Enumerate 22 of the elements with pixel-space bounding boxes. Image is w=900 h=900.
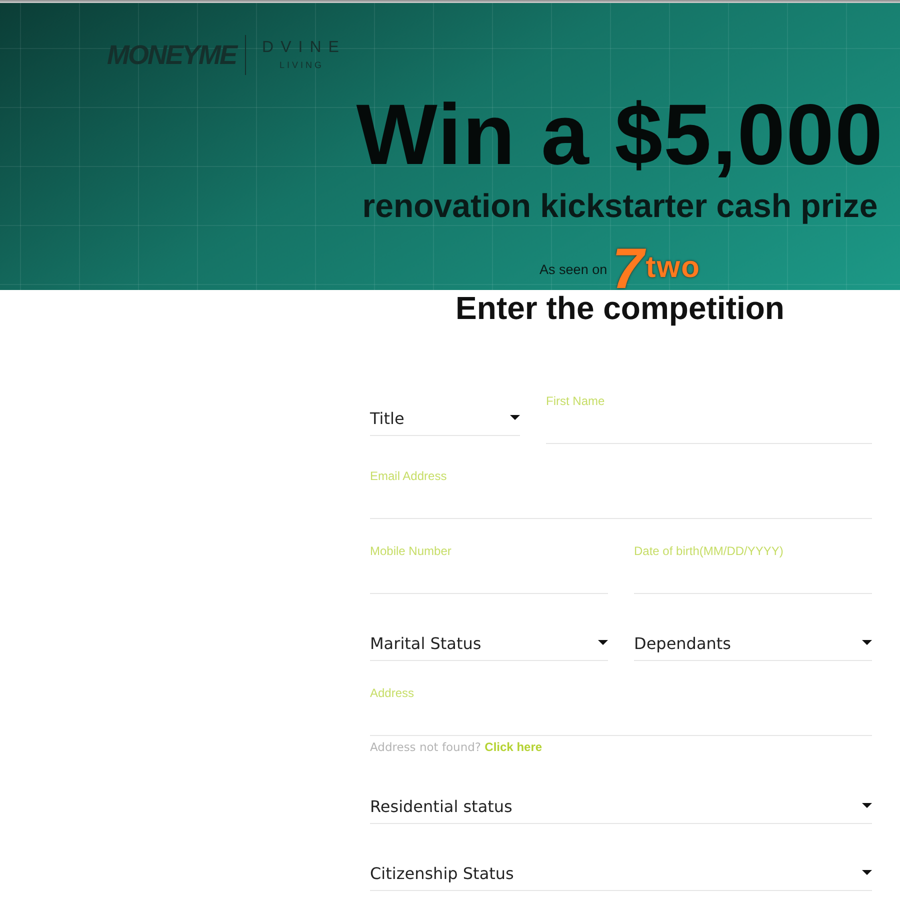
- as-seen-on-text: As seen on: [540, 262, 608, 278]
- caret-icon: [862, 803, 872, 808]
- field-label: Email Address: [370, 469, 447, 483]
- caret-icon: [510, 415, 520, 420]
- headline: Win a $5,000: [356, 92, 884, 178]
- partner-logo: DVINE LIVING: [261, 40, 346, 70]
- dropdown[interactable]: Dependants: [634, 630, 872, 661]
- dropdown[interactable]: Title: [370, 405, 520, 436]
- caret-icon: [598, 640, 608, 645]
- field-label: Address: [370, 686, 414, 700]
- form-heading: Enter the competition: [456, 292, 784, 324]
- dropdown[interactable]: Marital Status: [370, 630, 608, 661]
- brand-logo: MONEYME: [107, 42, 236, 68]
- field-label: First Name: [546, 394, 605, 408]
- dropdown[interactable]: Citizenship Status: [370, 860, 872, 891]
- field-label: Mobile Number: [370, 544, 452, 558]
- field-label: Date of birth(MM/DD/YYYY): [634, 544, 784, 558]
- caret-icon: [862, 870, 872, 875]
- caret-icon: [862, 640, 872, 645]
- address-hint: Address not found? Click here: [370, 740, 542, 754]
- dropdown[interactable]: Residential status: [370, 793, 872, 824]
- subheadline: renovation kickstarter cash prize: [362, 189, 878, 222]
